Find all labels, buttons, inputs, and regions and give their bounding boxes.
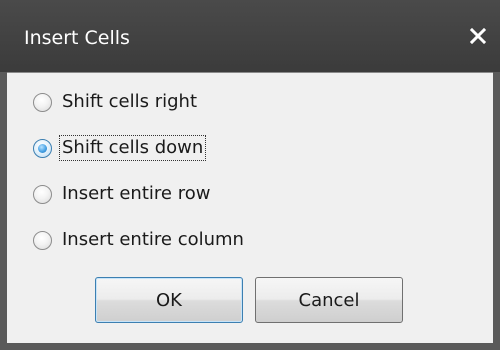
option-insert-entire-row[interactable]: Insert entire row xyxy=(33,181,246,207)
cancel-button[interactable]: Cancel xyxy=(255,277,403,323)
window-bottom-border xyxy=(0,343,500,350)
radio-shift-cells-down[interactable] xyxy=(33,138,52,158)
option-label: Shift cells down xyxy=(58,135,207,161)
option-label: Insert entire row xyxy=(62,183,211,204)
insert-cells-dialog: Insert Cells Shift cells right Shift cel… xyxy=(0,0,500,350)
dialog-titlebar: Insert Cells xyxy=(0,0,500,72)
dialog-body: Shift cells right Shift cells down Inser… xyxy=(7,72,493,344)
radio-shift-cells-right[interactable] xyxy=(33,92,52,112)
option-shift-cells-right[interactable]: Shift cells right xyxy=(33,89,246,115)
radio-insert-entire-column[interactable] xyxy=(33,230,52,250)
option-insert-entire-column[interactable]: Insert entire column xyxy=(33,227,246,253)
radio-insert-entire-row[interactable] xyxy=(33,184,52,204)
option-label: Shift cells right xyxy=(62,91,197,112)
dialog-buttons: OK Cancel xyxy=(95,277,403,323)
ok-button[interactable]: OK xyxy=(95,277,243,323)
close-icon xyxy=(470,28,486,44)
dialog-title: Insert Cells xyxy=(24,27,130,49)
option-shift-cells-down[interactable]: Shift cells down xyxy=(33,135,246,161)
close-button[interactable] xyxy=(464,22,492,50)
option-label: Insert entire column xyxy=(62,229,244,250)
insert-options-group: Shift cells right Shift cells down Inser… xyxy=(33,89,246,273)
